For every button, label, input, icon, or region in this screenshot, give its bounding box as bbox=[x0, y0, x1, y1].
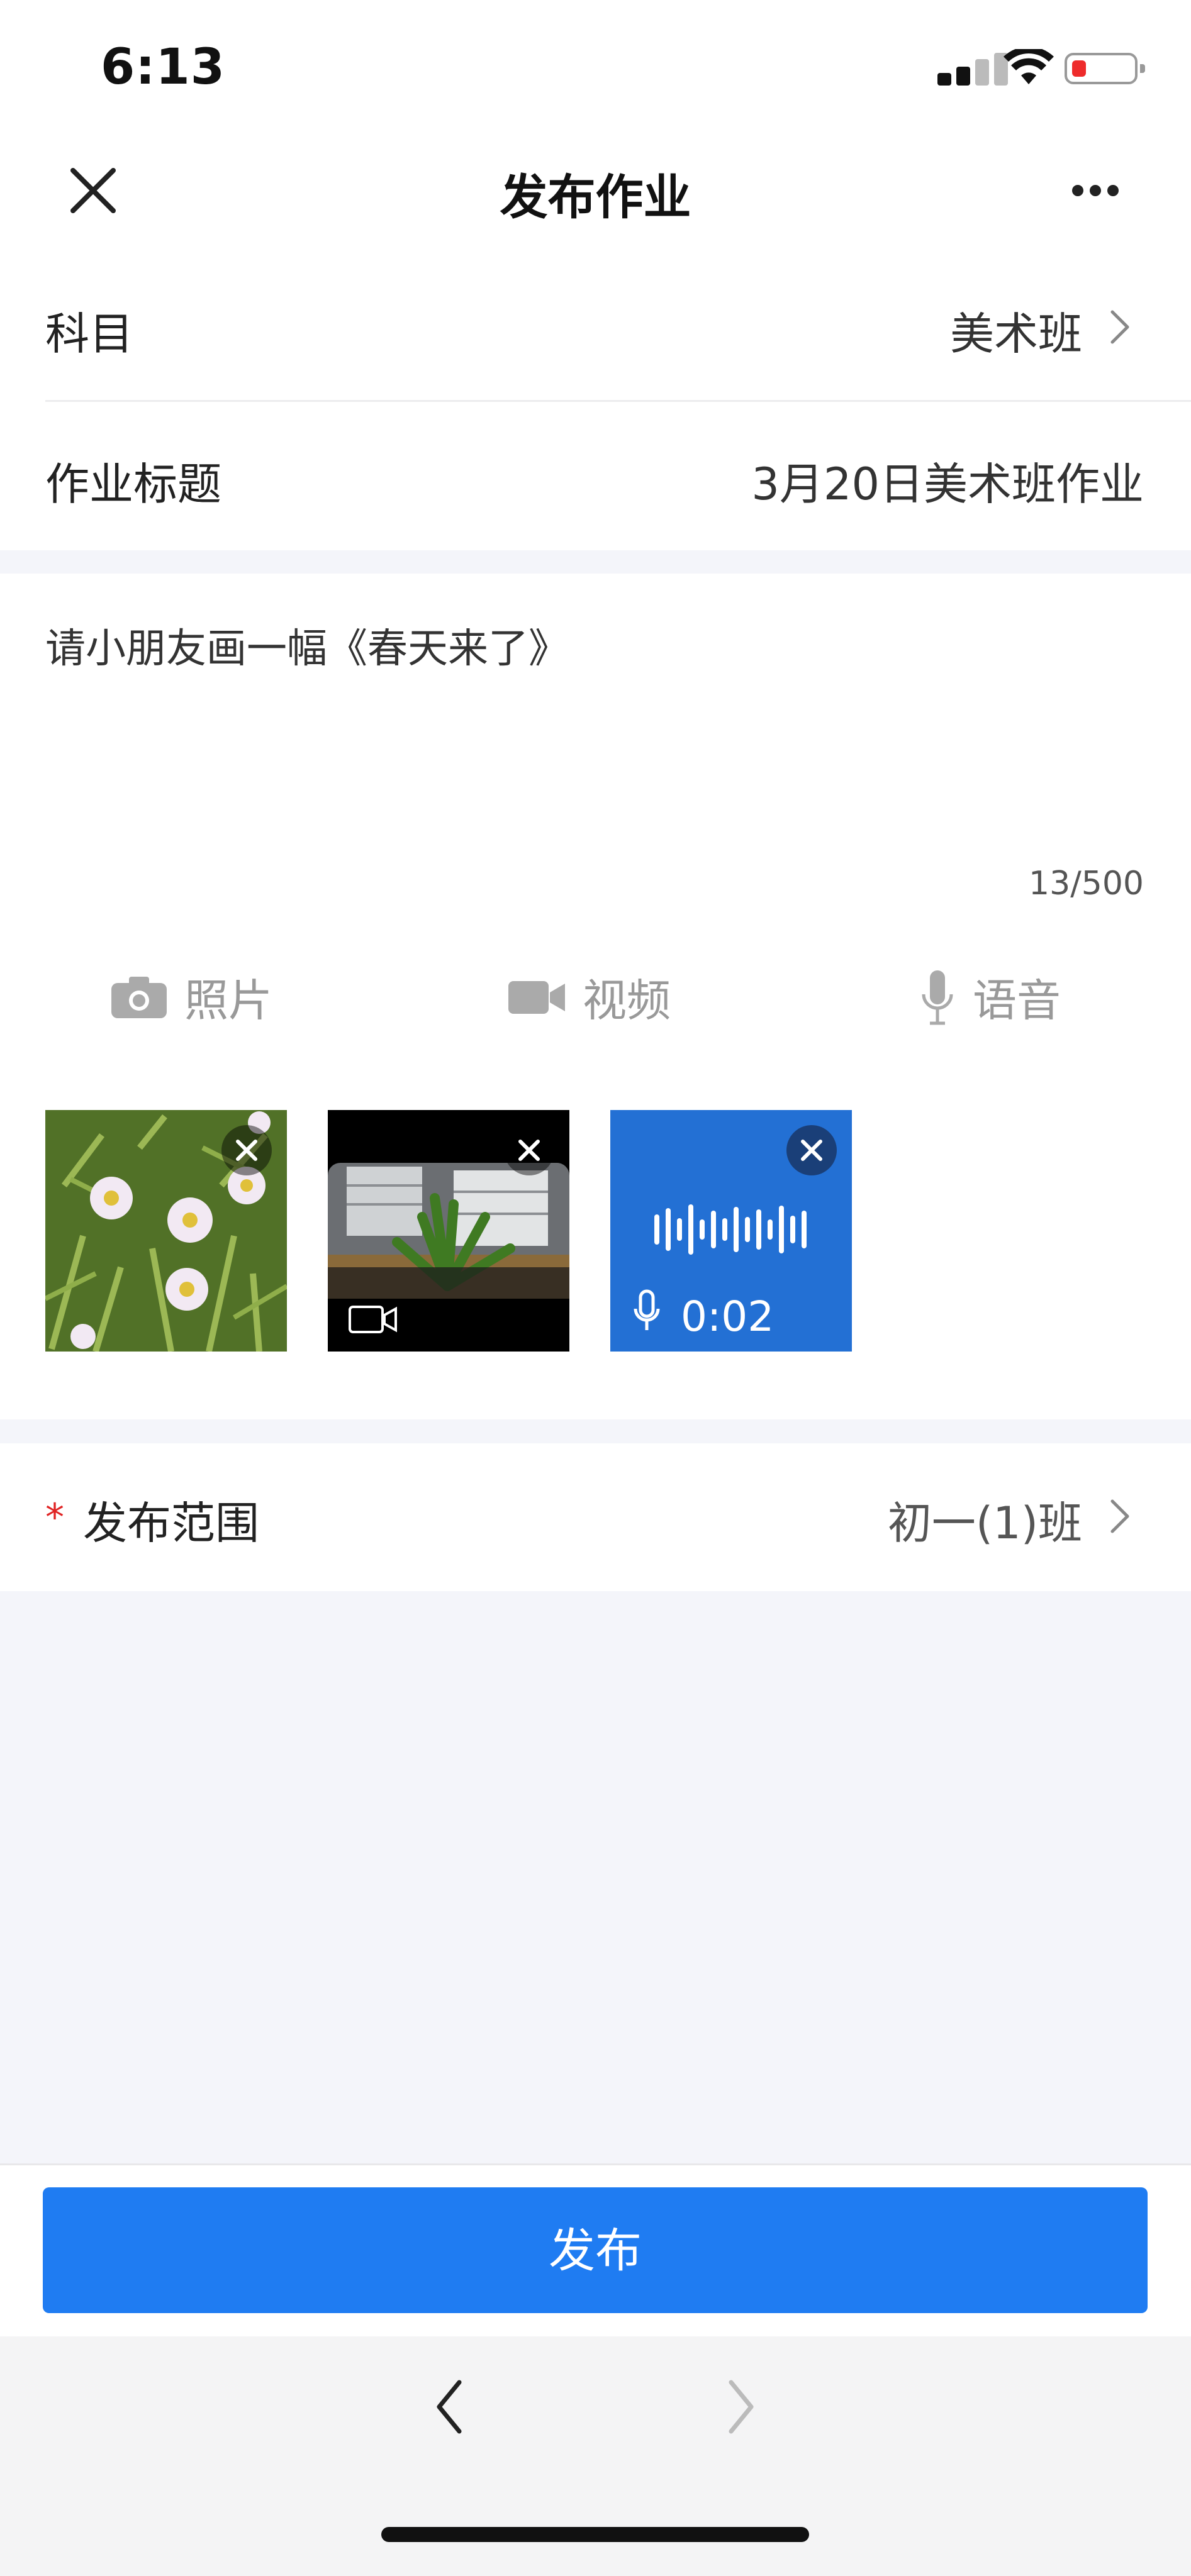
photo-label: 照片 bbox=[184, 975, 272, 1026]
publish-button[interactable]: 发布 bbox=[43, 2187, 1148, 2313]
voice-duration: 0:02 bbox=[681, 1292, 774, 1341]
status-time: 6:13 bbox=[101, 39, 226, 96]
remove-photo-icon[interactable] bbox=[220, 1124, 273, 1177]
remove-voice-icon[interactable] bbox=[785, 1124, 838, 1177]
subject-label: 科目 bbox=[45, 308, 133, 360]
battery-icon bbox=[1065, 53, 1145, 84]
chevron-right-icon[interactable] bbox=[1107, 308, 1132, 346]
voice-attachment[interactable]: 0:02 bbox=[610, 1110, 852, 1352]
video-camera-icon bbox=[508, 980, 565, 1014]
char-counter: 13/500 bbox=[1029, 865, 1144, 902]
publish-scope-value[interactable]: 初一(1)班 bbox=[755, 1488, 1082, 1552]
video-attachment[interactable] bbox=[328, 1110, 569, 1352]
photo-attachment[interactable] bbox=[45, 1110, 287, 1352]
microphone-icon bbox=[922, 970, 953, 1024]
video-badge-icon bbox=[349, 1306, 397, 1333]
add-voice-button[interactable]: 语音 bbox=[919, 965, 1061, 1029]
camera-icon bbox=[111, 976, 167, 1018]
signal-icon bbox=[937, 53, 1008, 86]
content-textarea[interactable]: 请小朋友画一幅《春天来了》 bbox=[45, 616, 569, 674]
voice-label: 语音 bbox=[973, 975, 1061, 1026]
microphone-icon bbox=[634, 1289, 660, 1330]
divider bbox=[45, 400, 1191, 402]
add-photo-button[interactable]: 照片 bbox=[110, 965, 272, 1029]
remove-video-icon[interactable] bbox=[503, 1124, 556, 1177]
add-video-button[interactable]: 视频 bbox=[507, 965, 671, 1029]
forward-arrow-icon[interactable] bbox=[725, 2379, 756, 2435]
page-title: 发布作业 bbox=[500, 169, 691, 225]
homework-title-label: 作业标题 bbox=[45, 458, 221, 510]
publish-scope-label: 发布范围 bbox=[83, 1497, 259, 1549]
required-mark: * bbox=[45, 1496, 64, 1540]
subject-value[interactable]: 美术班 bbox=[755, 299, 1082, 362]
back-arrow-icon[interactable] bbox=[434, 2379, 466, 2435]
chevron-right-icon[interactable] bbox=[1107, 1497, 1132, 1535]
home-indicator bbox=[381, 2527, 809, 2542]
homework-title-field[interactable]: 3月20日美术班作业 bbox=[629, 449, 1144, 513]
video-label: 视频 bbox=[583, 975, 671, 1026]
waveform-icon bbox=[654, 1204, 807, 1255]
wifi-icon bbox=[1004, 49, 1054, 84]
more-options-icon[interactable] bbox=[1063, 170, 1126, 208]
